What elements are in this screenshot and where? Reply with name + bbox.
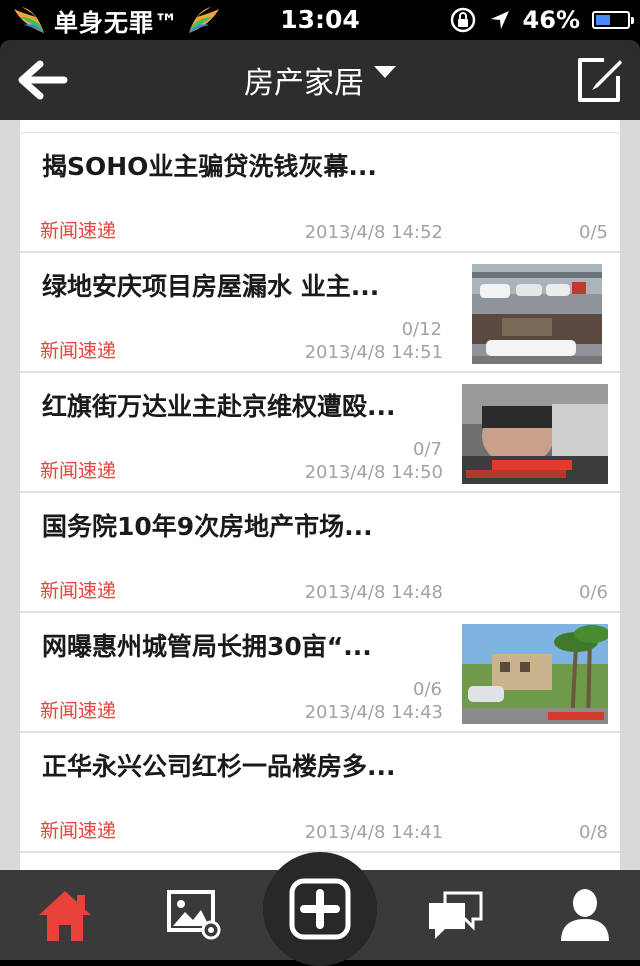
tab-profile[interactable] [545,880,625,950]
add-icon [289,878,351,940]
tab-comments[interactable] [415,880,495,950]
news-title: 国务院10年9次房地产市场... [42,512,373,541]
news-item[interactable]: 网曝惠州城管局长拥30亩“... 新闻速递 0/6 2013/4/8 14:43 [20,613,620,733]
news-thumbnail [462,624,608,724]
news-comment-count: 0/12 [401,319,442,340]
chat-icon [429,891,483,939]
tab-photos[interactable] [155,880,235,950]
news-title: 揭SOHO业主骗贷洗钱灰幕... [42,152,377,181]
news-list[interactable]: 揭SOHO业主骗贷洗钱灰幕... 新闻速递 2013/4/8 14:52 0/5… [20,120,620,870]
news-time: 2013/4/8 14:43 [304,702,443,723]
tab-bar [0,852,640,966]
page-title: 房产家居 [244,66,364,101]
home-icon [39,891,91,941]
news-comment-count: 0/6 [579,582,608,603]
status-bar: 单身无罪™ 13:04 46% [0,0,640,40]
news-item[interactable]: 红旗街万达业主赴京维权遭殴... 新闻速递 0/7 2013/4/8 14:50 [20,373,620,493]
news-title: 正华永兴公司红杉一品楼房多... [42,752,396,781]
battery-fill [596,15,610,25]
news-item[interactable]: 绿地安庆项目房屋漏水 业主... 新闻速递 0/12 2013/4/8 14:5… [20,253,620,373]
user-icon [561,889,609,941]
nav-bar: 房产家居 [0,40,640,120]
news-time: 2013/4/8 14:52 [304,222,443,243]
triangle-down-icon [374,66,396,78]
news-thumbnail [472,264,602,364]
battery-icon [592,11,634,29]
news-time: 2013/4/8 14:50 [304,462,443,483]
rotation-lock-icon [450,7,475,33]
category-selector[interactable]: 房产家居 [0,40,640,120]
tab-add[interactable] [263,852,377,966]
compose-icon [578,58,622,102]
news-comment-count: 0/5 [579,222,608,243]
compose-button[interactable] [574,54,626,106]
news-comment-count: 0/7 [413,439,442,460]
tab-home[interactable] [25,880,105,950]
news-item[interactable]: 揭SOHO业主骗贷洗钱灰幕... 新闻速递 2013/4/8 14:52 0/5 [20,133,620,253]
content-area: 揭SOHO业主骗贷洗钱灰幕... 新闻速递 2013/4/8 14:52 0/5… [0,120,640,870]
news-comment-count: 0/8 [579,822,608,843]
news-time: 2013/4/8 14:51 [304,342,443,363]
photo-gallery-icon [167,890,221,940]
news-item[interactable]: 国务院10年9次房地产市场... 新闻速递 2013/4/8 14:48 0/6 [20,493,620,613]
news-title: 绿地安庆项目房屋漏水 业主... [42,272,380,301]
news-thumbnail [462,384,608,484]
news-time: 2013/4/8 14:48 [304,582,443,603]
news-title: 红旗街万达业主赴京维权遭殴... [42,392,396,421]
news-item[interactable]: 正华永兴公司红杉一品楼房多... 新闻速递 2013/4/8 14:41 0/8 [20,733,620,853]
battery-percent: 46% [522,6,580,34]
location-arrow-icon [490,11,509,29]
news-time: 2013/4/8 14:41 [304,822,443,843]
news-title: 网曝惠州城管局长拥30亩“... [42,632,372,661]
news-comment-count: 0/6 [413,679,442,700]
